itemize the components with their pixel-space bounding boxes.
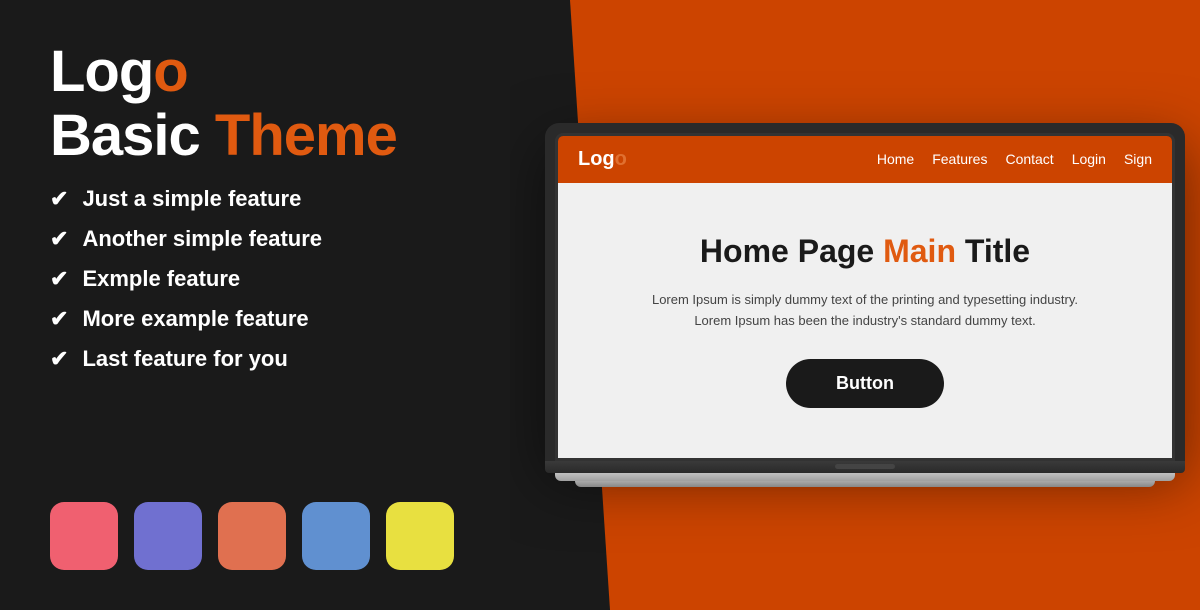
title-black-part: Home Page — [700, 233, 883, 269]
check-icon-4: ✔ — [50, 306, 68, 332]
logo-heading: Logo — [50, 40, 460, 104]
laptop-foot — [575, 481, 1155, 487]
website-logo: Logo — [578, 148, 627, 171]
website-main-title: Home Page Main Title — [598, 233, 1132, 270]
subtitle-white: Basic — [50, 103, 215, 168]
feature-item-3: ✔ Exmple feature — [50, 266, 460, 292]
website-content: Home Page Main Title Lorem Ipsum is simp… — [558, 183, 1172, 459]
website-logo-orange: o — [615, 148, 627, 170]
feature-item-5: ✔ Last feature for you — [50, 346, 460, 372]
feature-item-1: ✔ Just a simple feature — [50, 186, 460, 212]
website-navbar: Logo Home Features Contact Login Sign — [558, 136, 1172, 183]
right-panel: Logo Home Features Contact Login Sign Ho… — [510, 0, 1200, 610]
laptop-screen: Logo Home Features Contact Login Sign Ho… — [555, 133, 1175, 462]
feature-label-1: Just a simple feature — [82, 186, 301, 212]
logo-orange-letter: o — [153, 39, 187, 104]
title-black-part2: Title — [956, 233, 1030, 269]
check-icon-3: ✔ — [50, 266, 68, 292]
nav-features[interactable]: Features — [932, 151, 987, 167]
nav-signup[interactable]: Sign — [1124, 151, 1152, 167]
subtitle-orange: Theme — [215, 103, 397, 168]
swatch-purple — [134, 502, 202, 570]
feature-label-5: Last feature for you — [82, 346, 287, 372]
check-icon-1: ✔ — [50, 186, 68, 212]
swatch-yellow — [386, 502, 454, 570]
laptop-base — [545, 461, 1185, 473]
feature-label-2: Another simple feature — [82, 226, 322, 252]
laptop-body: Logo Home Features Contact Login Sign Ho… — [545, 123, 1185, 462]
swatch-blue — [302, 502, 370, 570]
swatch-pink — [50, 502, 118, 570]
feature-label-4: More example feature — [82, 306, 308, 332]
nav-home[interactable]: Home — [877, 151, 914, 167]
swatch-coral — [218, 502, 286, 570]
left-panel: Logo Basic Theme ✔ Just a simple feature… — [0, 0, 510, 610]
website-description: Lorem Ipsum is simply dummy text of the … — [635, 290, 1095, 332]
features-list: ✔ Just a simple feature ✔ Another simple… — [50, 186, 460, 372]
title-orange-part: Main — [883, 233, 956, 269]
subtitle-heading: Basic Theme — [50, 104, 460, 168]
nav-login[interactable]: Login — [1072, 151, 1106, 167]
laptop-mockup: Logo Home Features Contact Login Sign Ho… — [545, 123, 1185, 488]
website-cta-button[interactable]: Button — [786, 359, 944, 408]
check-icon-5: ✔ — [50, 346, 68, 372]
feature-item-2: ✔ Another simple feature — [50, 226, 460, 252]
color-swatches — [50, 502, 460, 570]
feature-label-3: Exmple feature — [82, 266, 240, 292]
feature-item-4: ✔ More example feature — [50, 306, 460, 332]
nav-contact[interactable]: Contact — [1005, 151, 1053, 167]
check-icon-2: ✔ — [50, 226, 68, 252]
website-nav-links: Home Features Contact Login Sign — [877, 151, 1152, 167]
laptop-bottom — [555, 473, 1175, 481]
